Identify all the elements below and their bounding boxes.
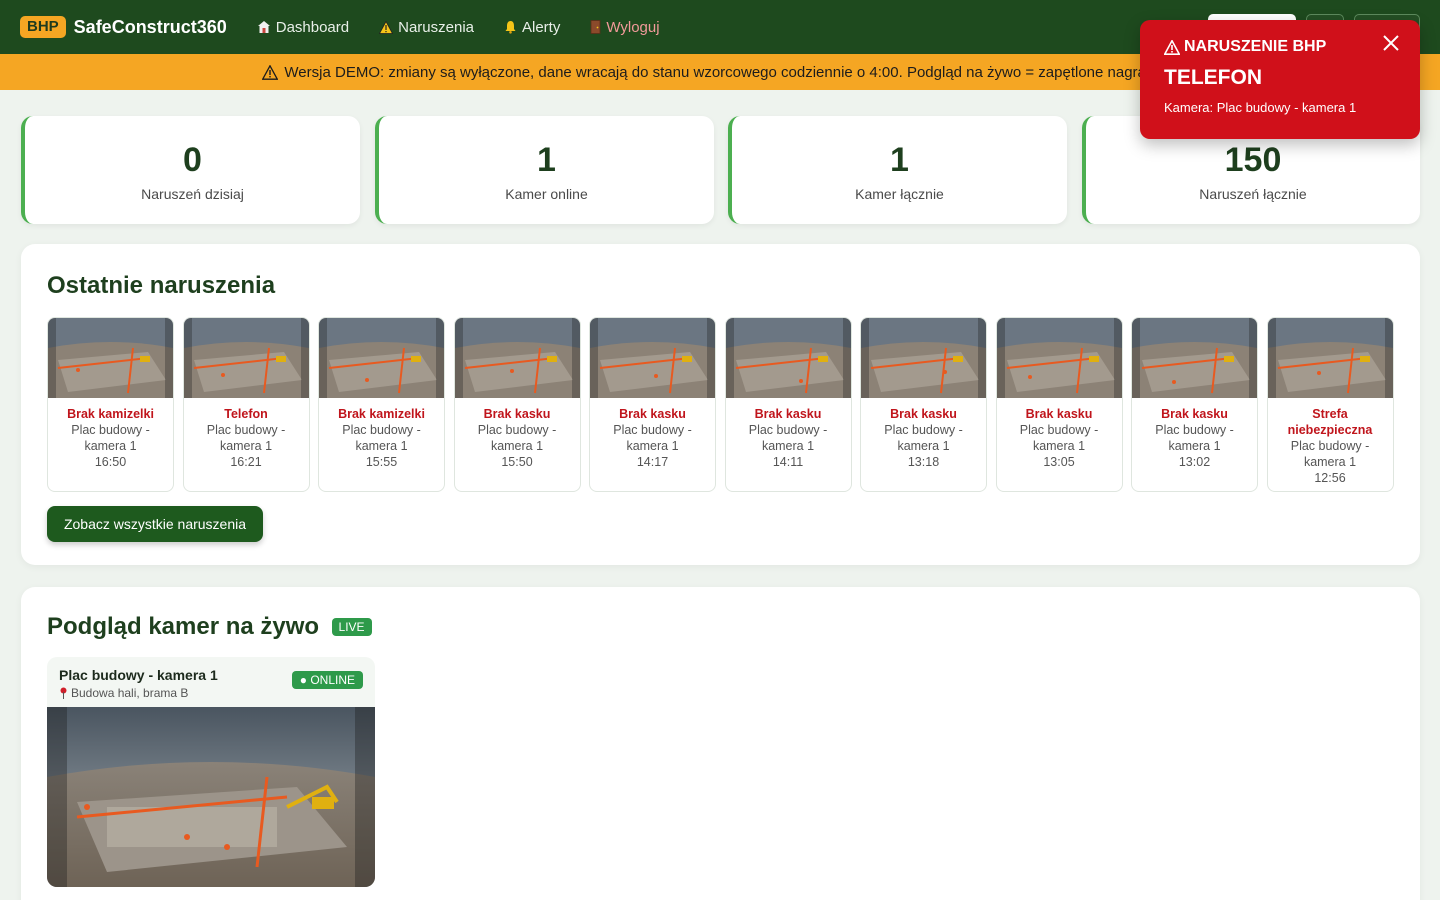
- close-icon[interactable]: [1380, 32, 1402, 54]
- violation-card[interactable]: Brak kasku Plac budowy - kamera 1 14:17: [589, 317, 716, 492]
- violation-camera: Plac budowy - kamera 1: [748, 423, 828, 453]
- violation-thumbnail: [454, 318, 580, 398]
- violation-time: 14:17: [636, 455, 669, 469]
- violation-card[interactable]: Brak kamizelki Plac budowy - kamera 1 15:5…: [318, 317, 445, 492]
- violation-thumbnail: [590, 318, 715, 398]
- violation-thumbnail: [1267, 318, 1393, 398]
- violation-card[interactable]: Telefon Plac budowy - kamera 1 16:21: [182, 317, 310, 492]
- violation-type: Brak kasku: [1161, 407, 1228, 421]
- toast-title-row: NARUSZENIE BHP: [1164, 38, 1396, 56]
- section-title: Ostatnie naruszenia: [47, 272, 276, 299]
- violation-time: 16:21: [230, 455, 262, 469]
- warning-icon: [1164, 39, 1180, 55]
- brand[interactable]: BHP SafeConstruct360: [20, 16, 257, 38]
- recent-violations-card: Ostatnie naruszenia Brak kamizelki Plac b…: [21, 244, 1420, 565]
- stat-value: 150: [1224, 141, 1282, 179]
- violation-time: 13:18: [907, 455, 940, 469]
- bell-icon: [504, 20, 517, 34]
- violation-time: 13:05: [1043, 455, 1075, 469]
- camera-status-badge: ● ONLINE: [291, 671, 363, 689]
- view-all-violations-button[interactable]: Zobacz wszystkie naruszenia: [47, 506, 263, 542]
- door-icon: [590, 20, 601, 34]
- violation-card[interactable]: Brak kasku Plac budowy - kamera 1 13:02: [1131, 317, 1258, 492]
- violation-type: Strefa niebezpieczna: [1287, 407, 1373, 437]
- warning-icon: [262, 64, 279, 80]
- violation-toast[interactable]: NARUSZENIE BHP TELEFON Kamera: Plac budo…: [1140, 20, 1420, 139]
- violation-thumbnail: [183, 318, 309, 398]
- warning-icon: [379, 20, 394, 34]
- violation-thumbnail: [319, 318, 444, 398]
- brand-badge: BHP: [20, 16, 66, 38]
- violation-thumbnail: [48, 318, 173, 398]
- violation-time: 15:55: [365, 455, 398, 469]
- violation-card[interactable]: Brak kasku Plac budowy - kamera 1 13:05: [995, 317, 1123, 492]
- nav-naruszenia-label: Naruszenia: [398, 18, 474, 36]
- nav-dashboard-label: Dashboard: [275, 18, 350, 36]
- violation-camera: Plac budowy - kamera 1: [1155, 423, 1234, 453]
- violation-type: Telefon: [224, 407, 268, 421]
- violation-thumbnail: [725, 318, 851, 398]
- nav-alerty-label: Alerty: [522, 18, 561, 36]
- violation-camera: Plac budowy - kamera 1: [71, 423, 150, 453]
- stat-value: 1: [537, 141, 556, 179]
- violation-thumbnail: [1132, 318, 1257, 398]
- pin-icon: [59, 687, 68, 699]
- nav-dashboard[interactable]: Dashboard: [257, 19, 349, 36]
- section-title: Podgląd kamer na żywo: [47, 613, 320, 640]
- violation-camera: Plac budowy - kamera 1: [1290, 439, 1370, 469]
- violation-card[interactable]: Strefa niebezpieczna Plac budowy - kamera…: [1266, 317, 1394, 492]
- violation-type: Brak kasku: [1025, 407, 1093, 421]
- home-icon: [257, 20, 271, 34]
- stat-value: 0: [183, 141, 202, 179]
- camera-location-text: Budowa hali, brama B: [71, 686, 189, 700]
- violation-camera: Plac budowy - kamera 1: [342, 423, 421, 453]
- toast-subtitle: TELEFON: [1164, 66, 1262, 89]
- nav-alerty[interactable]: Alerty: [504, 19, 560, 36]
- violation-time: 16:50: [94, 455, 127, 469]
- stat-label: Naruszeń łącznie: [1199, 186, 1307, 202]
- violation-card[interactable]: Brak kasku Plac budowy - kamera 1 13:18: [860, 317, 987, 492]
- violation-type: Brak kasku: [619, 407, 686, 421]
- nav-wyloguj[interactable]: Wyloguj: [590, 18, 660, 36]
- stat-card: 0 Naruszeń dzisiaj: [21, 116, 360, 224]
- live-header: Podgląd kamer na żywo LIVE: [47, 613, 372, 641]
- nav-naruszenia[interactable]: Naruszenia: [379, 19, 474, 36]
- violation-time: 14:11: [772, 455, 804, 469]
- live-cameras-card: Podgląd kamer na żywo LIVE Plac budowy -…: [21, 587, 1420, 900]
- violation-type: Brak kasku: [890, 407, 957, 421]
- violation-type: Brak kasku: [754, 407, 822, 421]
- stat-label: Kamer łącznie: [855, 186, 944, 202]
- violation-camera: Plac budowy - kamera 1: [884, 423, 963, 453]
- toast-title: NARUSZENIE BHP: [1184, 38, 1327, 55]
- toast-camera: Kamera: Plac budowy - kamera 1: [1164, 100, 1357, 115]
- camera-card[interactable]: Plac budowy - kamera 1 Budowa hali, bram…: [47, 657, 375, 887]
- stat-value: 1: [890, 141, 909, 179]
- violations-list: Brak kamizelki Plac budowy - kamera 1 16:5…: [47, 317, 1394, 492]
- violation-time: 15:50: [501, 455, 533, 469]
- stat-label: Naruszeń dzisiaj: [141, 186, 244, 202]
- violation-thumbnail: [996, 318, 1122, 398]
- violation-type: Brak kasku: [483, 407, 551, 421]
- stat-label: Kamer online: [505, 186, 588, 202]
- violation-time: 13:02: [1178, 455, 1211, 469]
- camera-live-feed[interactable]: [47, 707, 375, 887]
- violation-camera: Plac budowy - kamera 1: [206, 423, 286, 453]
- violation-type: Brak kamizelki: [338, 407, 425, 421]
- violation-thumbnail: [861, 318, 986, 398]
- violation-camera: Plac budowy - kamera 1: [477, 423, 557, 453]
- stat-card: 1 Kamer online: [375, 116, 714, 224]
- camera-header: Plac budowy - kamera 1 Budowa hali, bram…: [47, 657, 375, 707]
- live-badge: LIVE: [331, 617, 372, 636]
- violation-camera: Plac budowy - kamera 1: [613, 423, 692, 453]
- violation-card[interactable]: Brak kasku Plac budowy - kamera 1 15:50: [453, 317, 581, 492]
- violation-card[interactable]: Brak kasku Plac budowy - kamera 1 14:11: [724, 317, 852, 492]
- violation-time: 12:56: [1314, 471, 1346, 485]
- brand-name: SafeConstruct360: [73, 16, 227, 37]
- demo-banner-text: Wersja DEMO: zmiany są wyłączone, dane w…: [284, 63, 1178, 81]
- stat-card: 1 Kamer łącznie: [728, 116, 1067, 224]
- violation-type: Brak kamizelki: [67, 407, 154, 421]
- violation-camera: Plac budowy - kamera 1: [1019, 423, 1099, 453]
- violation-card[interactable]: Brak kamizelki Plac budowy - kamera 1 16:5…: [47, 317, 174, 492]
- nav-wyloguj-label: Wyloguj: [606, 18, 660, 36]
